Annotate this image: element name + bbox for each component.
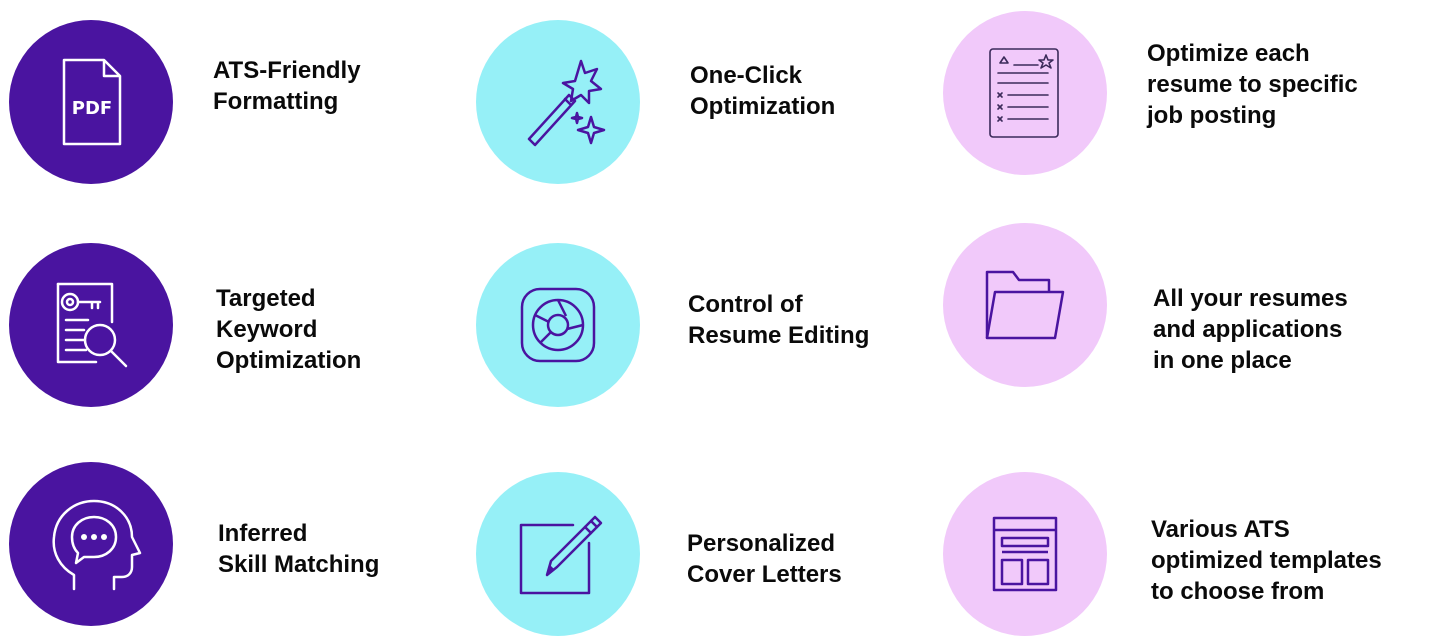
- ats-formatting-circle: PDF: [9, 20, 173, 184]
- feature-label-line: Optimize each: [1147, 40, 1310, 67]
- feature-label-line: Skill Matching: [218, 551, 380, 578]
- feature-label-line: in one place: [1153, 347, 1292, 374]
- job-posting-icon: [989, 48, 1059, 138]
- optimize-resume-circle: [943, 11, 1107, 175]
- feature-label: Targeted Keyword Optimization: [216, 283, 361, 376]
- feature-label: Control of Resume Editing: [688, 289, 869, 351]
- feature-label-line: Optimization: [216, 347, 362, 374]
- feature-label-line: Resume Editing: [688, 322, 870, 349]
- feature-label-line: and applications: [1153, 316, 1343, 343]
- one-click-circle: [476, 20, 640, 184]
- templates-circle: [943, 472, 1107, 636]
- feature-label-line: Cover Letters: [687, 561, 842, 588]
- keyword-circle: [9, 243, 173, 407]
- feature-label: One-Click Optimization: [690, 60, 835, 122]
- feature-label-line: job posting: [1147, 102, 1277, 129]
- feature-label-line: resume to specific: [1147, 71, 1358, 98]
- feature-label: Optimize each resume to specific job pos…: [1147, 38, 1358, 131]
- feature-label-line: to choose from: [1151, 578, 1325, 605]
- feature-label-line: Inferred: [218, 520, 308, 547]
- pdf-icon-text: PDF: [72, 98, 112, 119]
- aperture-edit-icon: [520, 287, 596, 363]
- feature-label: ATS-Friendly Formatting: [213, 55, 361, 117]
- skill-matching-circle: [9, 462, 173, 626]
- pdf-file-icon: PDF: [62, 58, 122, 146]
- feature-label-line: Various ATS: [1151, 516, 1290, 543]
- feature-label-line: Control of: [688, 291, 803, 318]
- feature-label-line: optimized templates: [1151, 547, 1382, 574]
- feature-label-line: Personalized: [687, 530, 836, 557]
- head-chat-icon: [52, 499, 142, 591]
- feature-label: Personalized Cover Letters: [687, 528, 842, 590]
- feature-label: Inferred Skill Matching: [218, 518, 379, 580]
- feature-label-line: All your resumes: [1153, 285, 1348, 312]
- feature-label-line: ATS-Friendly: [213, 57, 361, 84]
- feature-label-line: Keyword: [216, 316, 318, 343]
- folder-circle: [943, 223, 1107, 387]
- magic-wand-icon: [527, 59, 606, 147]
- feature-label-line: Targeted: [216, 285, 316, 312]
- feature-label: All your resumes and applications in one…: [1153, 283, 1348, 376]
- pencil-square-icon: [519, 515, 603, 595]
- cover-letter-circle: [476, 472, 640, 636]
- feature-label-line: Formatting: [213, 88, 339, 115]
- keyword-search-icon: [56, 282, 128, 368]
- template-layout-icon: [992, 516, 1058, 592]
- feature-label: Various ATS optimized templates to choos…: [1151, 514, 1382, 607]
- feature-label-line: One-Click: [690, 62, 803, 89]
- folder-icon: [985, 270, 1065, 340]
- editing-circle: [476, 243, 640, 407]
- feature-label-line: Optimization: [690, 93, 836, 120]
